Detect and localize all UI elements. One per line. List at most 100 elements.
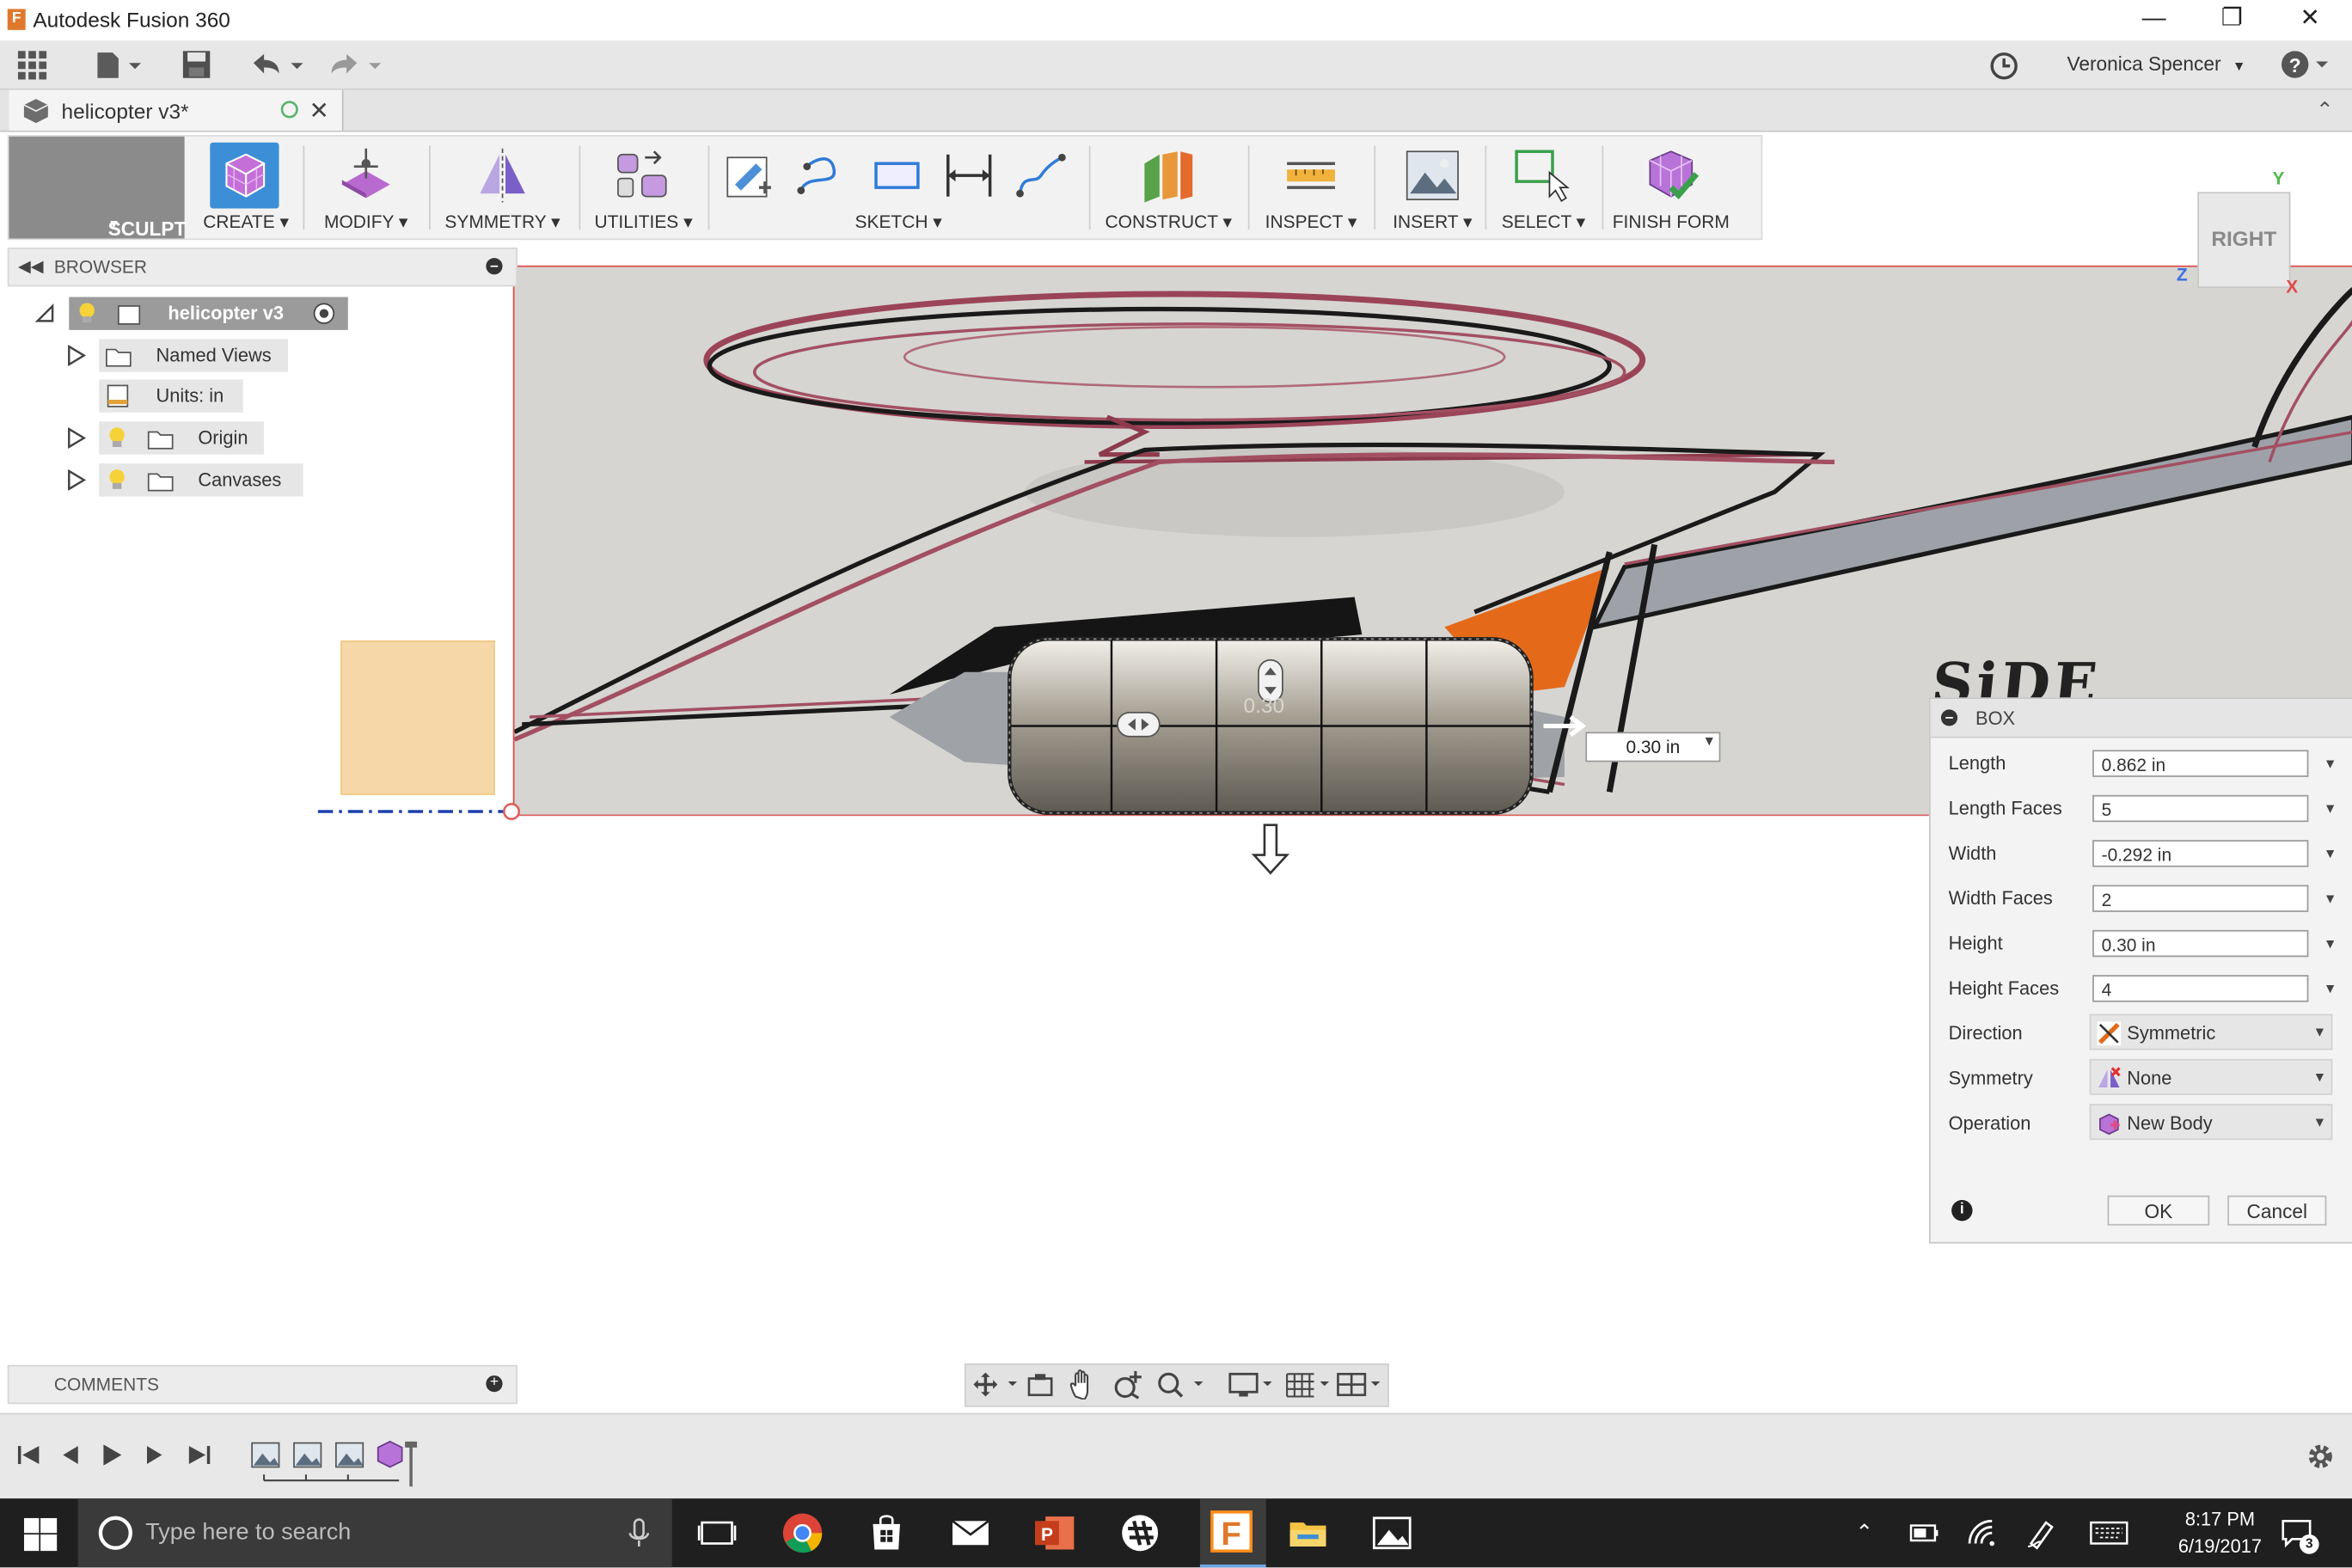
close-tab-icon[interactable]: ✕ (309, 96, 328, 126)
construct-menu[interactable]: CONSTRUCT ▾ (1095, 137, 1242, 239)
wifi-icon[interactable] (1965, 1516, 1998, 1549)
collapse-dialog-icon[interactable] (1940, 709, 1958, 726)
file-menu-icon[interactable] (93, 50, 144, 80)
photos-icon[interactable] (1369, 1510, 1414, 1555)
add-comment-icon[interactable]: + (486, 1375, 503, 1393)
timeline-previous-icon[interactable] (57, 1443, 83, 1467)
expand-named-views-icon[interactable] (66, 344, 87, 367)
height-dimension-input[interactable]: 0.30 in (1585, 732, 1721, 763)
expand-origin-icon[interactable] (66, 426, 87, 450)
zoom-icon[interactable] (1113, 1369, 1143, 1400)
browser-minimize-icon[interactable] (486, 258, 503, 275)
box-dialog-header[interactable]: BOX (1930, 699, 2352, 738)
browser-item-origin[interactable]: Origin (99, 421, 265, 455)
pen-workspace-icon[interactable] (2025, 1516, 2058, 1550)
inspect-menu[interactable]: INSPECT ▾ (1254, 137, 1369, 239)
minimize-button[interactable]: — (2115, 0, 2193, 40)
browser-item-named-views[interactable]: Named Views (99, 339, 289, 372)
fusion-taskbar-button[interactable]: F (1199, 1498, 1266, 1568)
symmetry-select[interactable]: None ▼ (2089, 1058, 2333, 1095)
data-panel-grid-icon[interactable] (15, 48, 51, 81)
pan-hand-icon[interactable] (1068, 1369, 1098, 1401)
grid-settings-icon[interactable] (1284, 1369, 1335, 1400)
select-menu[interactable]: SELECT ▾ (1491, 137, 1596, 239)
taskbar-clock[interactable]: 8:17 PM 6/19/2017 (2137, 1506, 2302, 1560)
chevron-down-icon[interactable]: ▼ (2324, 846, 2337, 861)
zoom-window-icon[interactable] (1155, 1369, 1210, 1400)
width-input[interactable]: -0.292 in (2092, 840, 2309, 867)
width-faces-input[interactable]: 2 (2092, 885, 2309, 912)
workspace-switcher[interactable]: SCULPT ▼ (9, 136, 186, 240)
store-icon[interactable] (864, 1510, 909, 1555)
length-faces-input[interactable]: 5 (2092, 794, 2309, 823)
info-icon[interactable]: i (1951, 1199, 1973, 1222)
finish-form-button[interactable]: FINISH FORM (1608, 137, 1735, 239)
symmetry-menu[interactable]: SYMMETRY ▾ (435, 137, 570, 239)
height-faces-input[interactable]: 4 (2092, 975, 2309, 1002)
orbit-icon[interactable] (972, 1371, 1020, 1398)
timeline-end-icon[interactable] (186, 1443, 212, 1467)
chevron-down-icon[interactable]: ▼ (1702, 733, 1716, 748)
redo-icon[interactable] (327, 50, 383, 80)
ok-button[interactable]: OK (2107, 1195, 2210, 1226)
utilities-menu[interactable]: UTILITIES ▾ (585, 137, 702, 239)
expand-canvases-icon[interactable] (66, 469, 87, 491)
windows-start-icon[interactable] (23, 1517, 58, 1552)
timeline-settings-gear-icon[interactable] (2306, 1442, 2336, 1472)
length-input[interactable]: 0.862 in (2092, 750, 2309, 777)
lightbulb-icon[interactable] (107, 426, 127, 450)
chevron-down-icon[interactable]: ▼ (2324, 756, 2337, 770)
browser-panel-header[interactable]: ◀◀ BROWSER (7, 247, 518, 287)
insert-menu[interactable]: INSERT ▾ (1380, 137, 1485, 239)
save-icon[interactable] (181, 50, 211, 80)
display-settings-icon[interactable] (1227, 1369, 1281, 1400)
viewports-icon[interactable] (1335, 1369, 1386, 1400)
chevron-down-icon[interactable]: ▼ (2324, 891, 2337, 905)
user-account-menu[interactable]: Veronica Spencer ▼ (2067, 52, 2245, 75)
chevron-down-icon[interactable]: ▼ (2324, 936, 2337, 951)
document-tab[interactable]: helicopter v3* ✕ (9, 89, 344, 131)
battery-icon[interactable] (1908, 1520, 1941, 1547)
chrome-icon[interactable] (780, 1510, 824, 1555)
browser-root-item[interactable]: helicopter v3 (69, 297, 348, 330)
collapse-panel-icon[interactable]: ◀◀ (18, 256, 44, 276)
mail-icon[interactable] (948, 1510, 993, 1555)
timeline-features[interactable] (249, 1438, 429, 1489)
timeline-start-icon[interactable] (15, 1443, 41, 1467)
action-center-icon[interactable]: 3 (2280, 1516, 2322, 1555)
browser-item-canvases[interactable]: Canvases (99, 463, 303, 497)
undo-icon[interactable] (249, 50, 306, 80)
chevron-down-icon[interactable]: ▼ (2324, 801, 2337, 816)
timeline-play-icon[interactable] (99, 1443, 126, 1467)
task-view-icon[interactable] (695, 1510, 739, 1555)
slack-icon[interactable] (1118, 1510, 1162, 1555)
help-icon[interactable]: ? (2280, 50, 2340, 80)
expand-root-icon[interactable] (34, 303, 55, 323)
close-window-button[interactable]: ✕ (2271, 0, 2349, 40)
create-menu[interactable]: CREATE ▾ (195, 137, 297, 239)
restore-button[interactable]: ❐ (2193, 0, 2271, 40)
sketch-menu[interactable]: SKETCH ▾ (714, 137, 1083, 239)
look-at-icon[interactable] (1026, 1371, 1057, 1398)
timeline-next-icon[interactable] (141, 1443, 168, 1467)
chevron-down-icon[interactable]: ▼ (2324, 981, 2337, 995)
viewcube[interactable]: RIGHT (2197, 192, 2291, 289)
taskbar-search-box[interactable]: Type here to search (77, 1498, 672, 1568)
modify-menu[interactable]: MODIFY ▾ (309, 137, 423, 239)
lightbulb-icon[interactable] (107, 468, 127, 492)
browser-item-units[interactable]: Units: in (99, 379, 243, 413)
comments-panel-header[interactable]: COMMENTS + (7, 1364, 518, 1405)
height-input[interactable]: 0.30 in (2092, 929, 2309, 958)
operation-select[interactable]: New Body ▼ (2089, 1104, 2333, 1141)
cancel-button[interactable]: Cancel (2227, 1195, 2327, 1226)
collapse-ribbon-chevron-up-icon[interactable]: ⌃ (2316, 97, 2333, 123)
powerpoint-icon[interactable]: P (1032, 1510, 1076, 1555)
lightbulb-icon[interactable] (77, 302, 97, 326)
job-status-clock-icon[interactable] (1989, 51, 2019, 81)
activate-radio-icon[interactable] (312, 302, 336, 326)
file-explorer-icon[interactable] (1285, 1510, 1330, 1555)
system-tray-chevron-up-icon[interactable]: ⌃ (1855, 1520, 1872, 1546)
microphone-icon[interactable] (624, 1516, 654, 1549)
move-down-arrow-icon[interactable] (1251, 822, 1290, 876)
direction-select[interactable]: Symmetric ▼ (2089, 1014, 2333, 1050)
